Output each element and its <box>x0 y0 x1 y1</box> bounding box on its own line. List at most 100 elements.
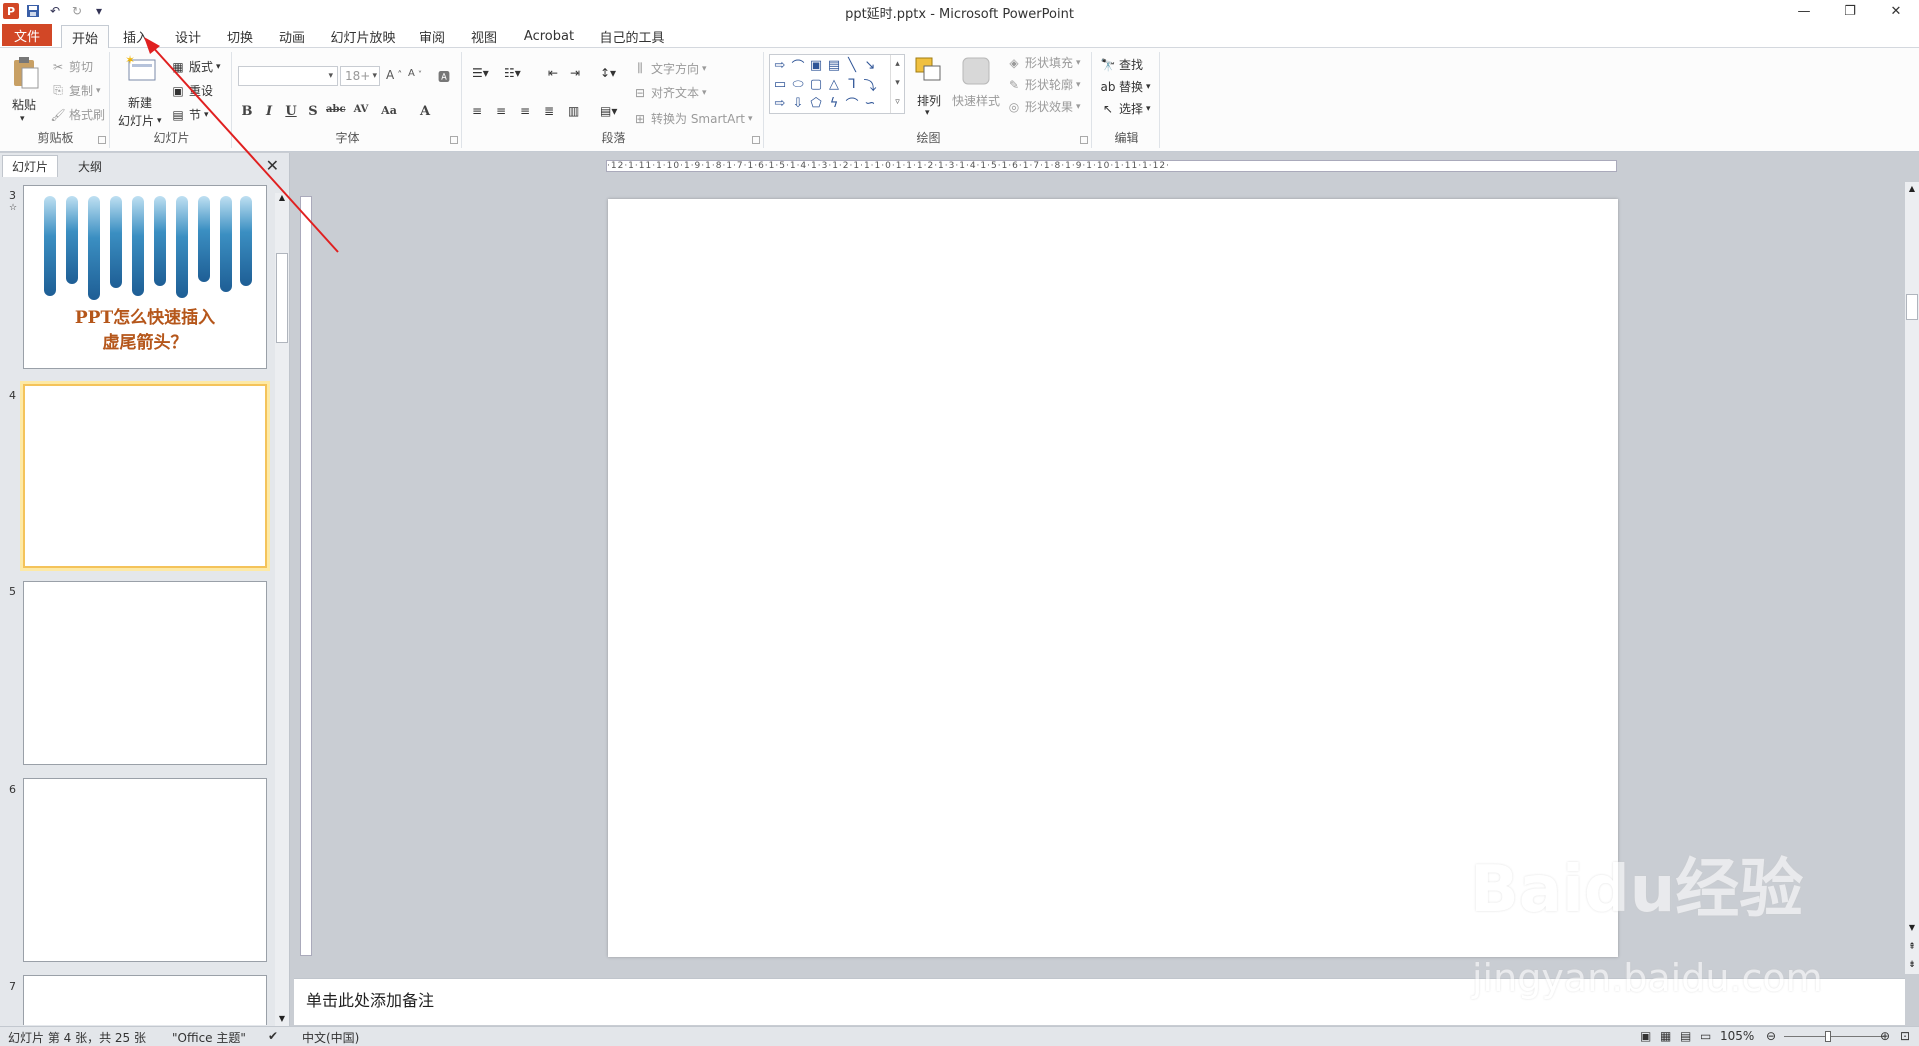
restore-button[interactable]: ❐ <box>1827 0 1873 22</box>
close-panel-icon[interactable]: ✕ <box>266 156 279 175</box>
layout-label[interactable]: 版式 <box>189 58 213 75</box>
bullets-icon[interactable]: ☰▾ <box>472 66 489 80</box>
zoom-in-icon[interactable]: ⊕ <box>1880 1029 1890 1043</box>
tab-design[interactable]: 设计 <box>166 25 210 48</box>
pentagon-arrow-shape-icon[interactable]: ⇨ <box>772 95 788 111</box>
replace-label[interactable]: 替换 <box>1119 78 1143 95</box>
quick-styles-label[interactable]: 快速样式 <box>952 92 1000 109</box>
current-slide[interactable] <box>608 199 1618 957</box>
align-right-icon[interactable]: ≡ <box>520 104 530 118</box>
grow-font-icon[interactable]: A ˄ <box>386 68 402 82</box>
vertical-textbox-shape-icon[interactable]: ▤ <box>826 57 842 73</box>
zoom-out-icon[interactable]: ⊖ <box>1766 1029 1776 1043</box>
shape-outline-label[interactable]: 形状轮廓 <box>1025 76 1073 93</box>
down-arrow-shape-icon[interactable]: ⇩ <box>790 95 806 111</box>
tab-acrobat[interactable]: Acrobat <box>514 25 584 48</box>
paste-label[interactable]: 粘贴 <box>12 96 36 113</box>
customize-qat-icon[interactable]: ▾ <box>91 3 107 19</box>
clear-format-icon[interactable]: 🅰 <box>438 68 450 85</box>
undo-icon[interactable]: ↶ <box>47 3 63 19</box>
elbow-arrow-shape-icon[interactable]: ⤵ <box>862 76 878 94</box>
arc-shape-icon[interactable]: ⌒ <box>790 57 806 75</box>
arrange-label[interactable]: 排列 <box>917 92 941 109</box>
shapes-gallery[interactable]: ⇨ ⌒ ▣ ▤ ╲ ↘ ▭ ⬭ ▢ △ ⅂ ⤵ ⇨ ⇩ ⬠ ϟ ⌒ ∽ ▴ ▾ ▿ <box>769 54 905 114</box>
font-launcher-icon[interactable] <box>450 136 458 144</box>
decrease-indent-icon[interactable]: ⇤ <box>548 66 558 80</box>
tab-view[interactable]: 视图 <box>462 25 506 48</box>
elbow-connector-shape-icon[interactable]: ⅂ <box>844 76 860 92</box>
scroll-down-icon[interactable]: ▼ <box>1905 923 1919 932</box>
format-painter-label[interactable]: 格式刷 <box>69 106 105 123</box>
scribble-shape-icon[interactable]: ϟ <box>826 95 842 111</box>
arrange-dropdown-icon[interactable]: ▾ <box>925 108 930 118</box>
textbox-shape-icon[interactable]: ▣ <box>808 57 824 73</box>
strikethrough-icon[interactable]: abc <box>326 104 346 115</box>
shape-fill-label[interactable]: 形状填充 <box>1025 54 1073 71</box>
columns-icon[interactable]: ▤▾ <box>600 104 617 118</box>
thumbnail-scrollbar[interactable]: ▲ ▼ <box>275 193 289 1026</box>
tab-review[interactable]: 审阅 <box>410 25 454 48</box>
slide-sorter-icon[interactable]: ▦ <box>1660 1029 1671 1043</box>
slide-thumbnail-3[interactable]: PPT怎么快速插入 虚尾箭头？ <box>23 185 267 369</box>
new-slide-label-1[interactable]: 新建 <box>128 94 152 111</box>
spell-check-icon[interactable]: ✔ <box>268 1029 278 1043</box>
shadow-icon[interactable]: S <box>304 104 322 119</box>
shapes-gallery-scroll[interactable]: ▴ ▾ ▿ <box>890 55 904 113</box>
slide-thumbnail-5[interactable] <box>23 581 267 765</box>
right-arrow-shape-icon[interactable]: ⇨ <box>772 57 788 73</box>
char-spacing-icon[interactable]: AV <box>352 104 370 115</box>
tab-slideshow[interactable]: 幻灯片放映 <box>324 25 402 48</box>
slide-thumbnail-6[interactable] <box>23 778 267 962</box>
paste-dropdown-icon[interactable]: ▾ <box>20 114 25 124</box>
bold-icon[interactable]: B <box>238 104 256 119</box>
italic-icon[interactable]: I <box>260 104 278 119</box>
scroll-thumb[interactable] <box>276 253 288 343</box>
paste-icon[interactable] <box>8 56 42 90</box>
powerpoint-logo-icon[interactable]: P <box>3 3 19 19</box>
tab-transitions[interactable]: 切换 <box>218 25 262 48</box>
slideshow-view-icon[interactable]: ▭ <box>1700 1029 1711 1043</box>
paragraph-launcher-icon[interactable] <box>752 136 760 144</box>
tab-my-tools[interactable]: 自己的工具 <box>592 25 672 48</box>
section-label[interactable]: 节 <box>189 106 201 123</box>
reset-label[interactable]: 重设 <box>189 82 213 99</box>
change-case-icon[interactable]: Aa <box>380 104 398 117</box>
rectangle-shape-icon[interactable]: ▭ <box>772 76 788 92</box>
smartart-label[interactable]: 转换为 SmartArt <box>651 110 745 127</box>
find-label[interactable]: 查找 <box>1119 56 1143 73</box>
align-center-icon[interactable]: ≡ <box>496 104 506 118</box>
slide-thumbnail-4[interactable] <box>23 384 267 568</box>
tab-slides-panel[interactable]: 幻灯片 <box>2 155 58 177</box>
new-slide-label-2[interactable]: 幻灯片 <box>118 112 154 129</box>
fit-to-window-icon[interactable]: ⊡ <box>1900 1029 1910 1043</box>
increase-indent-icon[interactable]: ⇥ <box>570 66 580 80</box>
shrink-font-icon[interactable]: A ˅ <box>408 68 422 79</box>
oval-shape-icon[interactable]: ⬭ <box>790 76 806 92</box>
numbering-icon[interactable]: ☷▾ <box>504 66 521 80</box>
rounded-rectangle-shape-icon[interactable]: ▢ <box>808 76 824 92</box>
quick-styles-icon[interactable] <box>959 54 993 88</box>
underline-icon[interactable]: U <box>282 104 300 119</box>
language-status[interactable]: 中文(中国) <box>302 1029 359 1046</box>
normal-view-icon[interactable]: ▣ <box>1640 1029 1651 1043</box>
zoom-slider[interactable] <box>1784 1036 1884 1037</box>
freeform-shape-icon[interactable]: ⬠ <box>808 95 824 111</box>
align-text-label[interactable]: 对齐文本 <box>651 84 699 101</box>
tab-animations[interactable]: 动画 <box>270 25 314 48</box>
slide-thumbnail-7[interactable] <box>23 975 267 1025</box>
previous-slide-icon[interactable]: ⇞ <box>1905 942 1919 952</box>
font-name-combo[interactable]: ▾ <box>238 66 338 86</box>
tab-home[interactable]: 开始 <box>61 25 109 49</box>
font-size-combo[interactable]: 18+ ▾ <box>340 66 380 86</box>
arrow-line-shape-icon[interactable]: ↘ <box>862 57 878 73</box>
clipboard-launcher-icon[interactable] <box>98 136 106 144</box>
scroll-down-icon[interactable]: ▼ <box>275 1014 289 1026</box>
close-button[interactable]: ✕ <box>1873 0 1919 22</box>
zoom-level[interactable]: 105% <box>1720 1029 1754 1043</box>
redo-icon[interactable]: ↻ <box>69 3 85 19</box>
tab-file[interactable]: 文件 <box>2 24 52 46</box>
reading-view-icon[interactable]: ▤ <box>1680 1029 1691 1043</box>
line-spacing-icon[interactable]: ↕▾ <box>600 66 616 80</box>
tab-outline-panel[interactable]: 大纲 <box>62 155 118 177</box>
line-shape-icon[interactable]: ╲ <box>844 57 860 73</box>
